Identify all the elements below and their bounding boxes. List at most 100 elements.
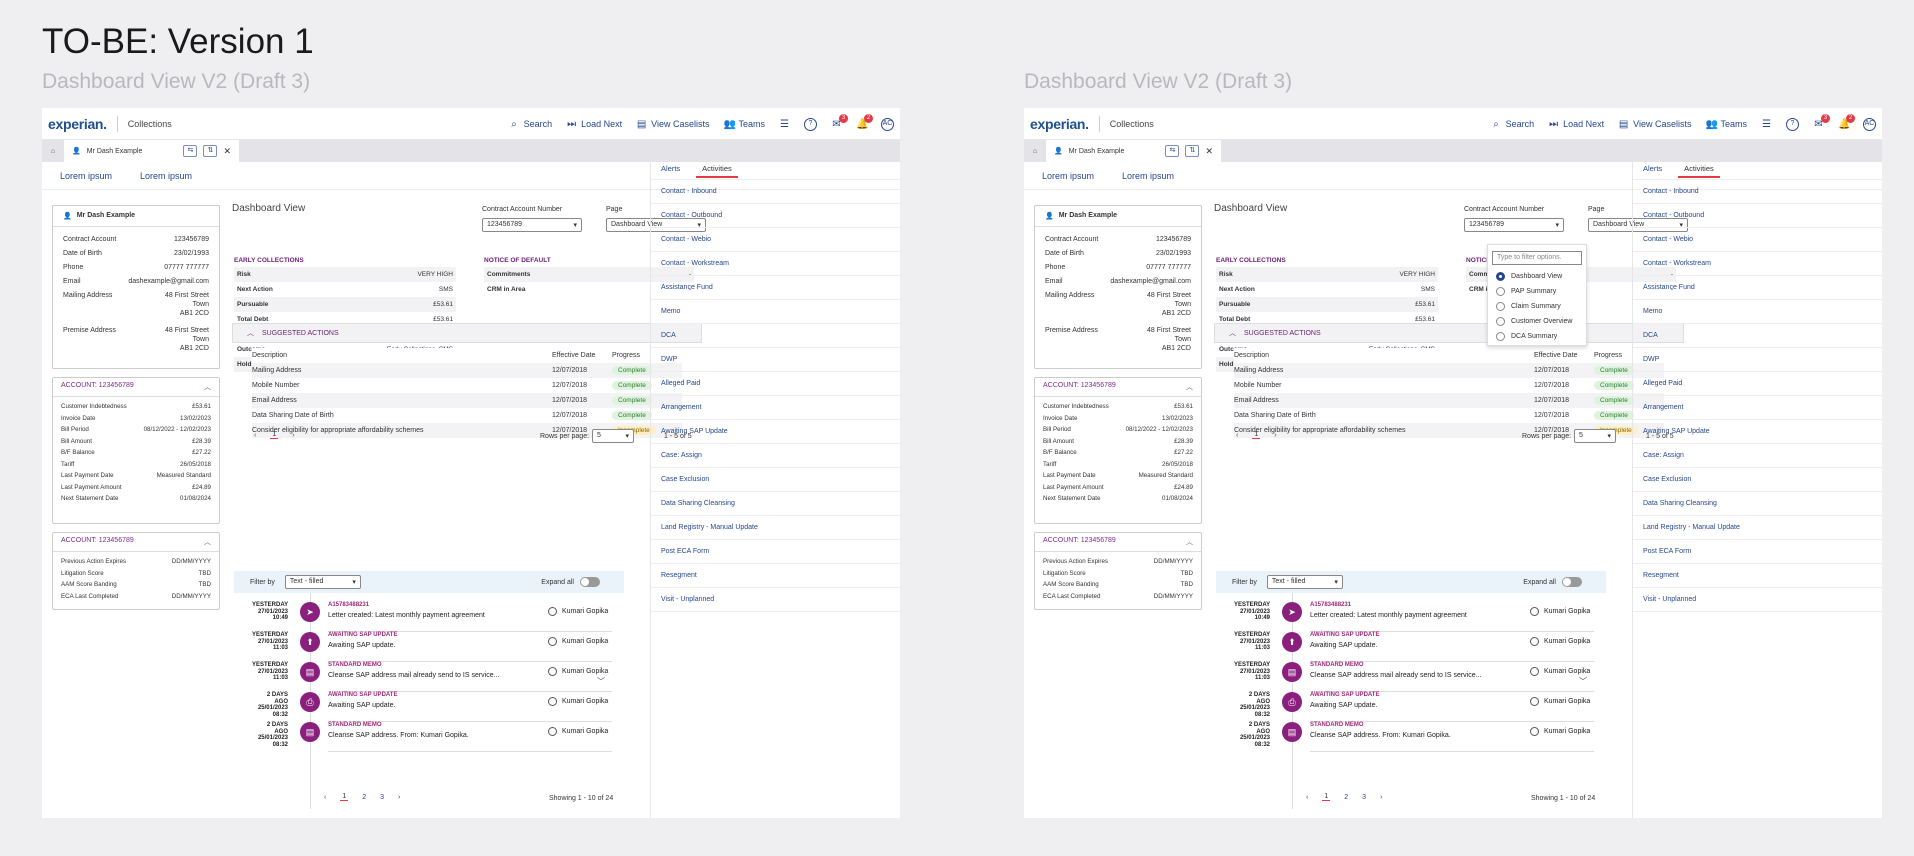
dropdown-option[interactable]: Dashboard View [1488,269,1586,284]
timeline-entry[interactable]: YESTERDAY 27/01/2023 11:03 ▤ STANDARD MEMO… [252,662,612,692]
activity-item[interactable]: Post ECA Form [1633,540,1882,564]
timeline-title[interactable]: A15783488231 [328,602,369,608]
table-row[interactable]: Mailing Address 12/07/2018 Complete [1234,363,1664,378]
activity-item[interactable]: Land Registry - Manual Update [651,516,900,540]
help-icon[interactable]: ? [804,117,817,131]
experian-logo[interactable]: experian. [48,116,107,132]
table-row[interactable]: Mobile Number 12/07/2018 Complete [252,378,682,393]
side-tab[interactable]: Alerts [1643,164,1662,173]
account-header[interactable]: ACCOUNT: 123456789 ︿ [53,533,219,552]
side-tab[interactable]: Alerts [661,164,680,173]
activity-item[interactable]: Land Registry - Manual Update [1633,516,1882,540]
help-icon[interactable]: ? [1786,117,1799,131]
page-number[interactable]: 1 [1252,431,1261,439]
timeline-entry[interactable]: 2 DAYS AGO 25/01/2023 08:32 ⎙ AWAITING SAP… [252,692,612,722]
chevron-left-icon[interactable]: ‹ [324,794,326,801]
activity-item[interactable]: DCA [1633,324,1882,348]
switch-icon[interactable]: ⇆ [183,145,198,157]
dropdown-option[interactable]: PAP Summary [1488,284,1586,299]
quick-link[interactable]: Lorem ipsum [1042,171,1094,181]
activity-item[interactable]: DWP [1633,348,1882,372]
activity-item[interactable]: Contact - Webio [651,228,900,252]
page-number[interactable]: 2 [1344,794,1348,801]
filter-options-input[interactable]: Type to filter options. [1492,251,1582,265]
transfer-icon[interactable]: ⇅ [203,145,218,157]
mail-icon[interactable]: ✉ 3 [1813,113,1830,130]
home-tab[interactable]: ⌂ [1024,140,1046,162]
chevron-left-icon[interactable]: ‹ [1236,432,1238,439]
search-button[interactable]: ⌕ Search [509,119,552,130]
suggested-actions-header[interactable]: ︿ SUGGESTED ACTIONS [232,323,702,343]
view-caselists-button[interactable]: ▤ View Caselists [636,119,710,130]
rows-per-page-select[interactable]: 5 ▾ [1574,429,1616,443]
timeline-title[interactable]: AWAITING SAP UPDATE [328,632,397,638]
activity-item[interactable]: Memo [651,300,900,324]
table-row[interactable]: Mobile Number 12/07/2018 Complete [1234,378,1664,393]
timeline-entry[interactable]: YESTERDAY 27/01/2023 10:49 ➤ A15783488231 … [1234,602,1594,632]
activity-item[interactable]: Resegment [1633,564,1882,588]
chevron-right-icon[interactable]: › [1274,432,1276,439]
activity-item[interactable]: Awaiting SAP Update [1633,420,1882,444]
teams-button[interactable]: 👥 Teams [1705,119,1747,130]
chevron-right-icon[interactable]: › [292,432,294,439]
timeline-title[interactable]: STANDARD MEMO [1310,662,1364,668]
avatar[interactable]: AC [881,117,894,131]
account-header[interactable]: ACCOUNT: 123456789 ︿ [1035,533,1201,552]
activity-item[interactable]: Alleged Paid [651,372,900,396]
timeline-entry[interactable]: YESTERDAY 27/01/2023 11:03 ⬆ AWAITING SAP … [1234,632,1594,662]
filter-select[interactable]: Text - filled ▾ [1266,575,1343,589]
page-number[interactable]: 3 [380,794,384,801]
dropdown-option[interactable]: Customer Overview [1488,314,1586,329]
account-header[interactable]: ACCOUNT: 123456789 ︿ [53,378,219,397]
activity-item[interactable]: Contact - Outbound [1633,204,1882,228]
page-number[interactable]: 1 [1322,793,1331,801]
chevron-down-icon[interactable]: ﹀ [597,676,605,687]
activity-item[interactable]: Arrangement [1633,396,1882,420]
activity-item[interactable]: Post ECA Form [651,540,900,564]
activity-item[interactable]: Visit - Unplanned [651,588,900,612]
table-row[interactable]: Data Sharing Date of Birth 12/07/2018 Comp… [1234,408,1664,423]
activity-item[interactable]: Alleged Paid [1633,372,1882,396]
chevron-down-icon[interactable]: ﹀ [1579,676,1587,687]
activity-item[interactable]: Contact - Outbound [651,204,900,228]
side-tab[interactable]: Activities [1678,164,1720,178]
activity-item[interactable]: Contact - Inbound [651,180,900,204]
activity-item[interactable]: Case Exclusion [651,468,900,492]
view-caselists-button[interactable]: ▤ View Caselists [1618,119,1692,130]
menu-icon[interactable]: ☰ [779,119,790,130]
close-icon[interactable]: ✕ [223,146,231,157]
table-row[interactable]: Email Address 12/07/2018 Complete [252,393,682,408]
timeline-title[interactable]: STANDARD MEMO [328,722,382,728]
timeline-title[interactable]: AWAITING SAP UPDATE [1310,632,1379,638]
page-number[interactable]: 1 [270,431,279,439]
activity-item[interactable]: Data Sharing Cleansing [651,492,900,516]
quick-link[interactable]: Lorem ipsum [60,171,112,181]
chevron-right-icon[interactable]: › [398,794,400,801]
activity-item[interactable]: Case: Assign [651,444,900,468]
activity-item[interactable]: Assistance Fund [1633,276,1882,300]
activity-item[interactable]: Memo [1633,300,1882,324]
activity-item[interactable]: Data Sharing Cleansing [1633,492,1882,516]
chevron-left-icon[interactable]: ‹ [1306,794,1308,801]
activity-item[interactable]: Contact - Inbound [1633,180,1882,204]
table-row[interactable]: Data Sharing Date of Birth 12/07/2018 Comp… [252,408,682,423]
timeline-title[interactable]: STANDARD MEMO [328,662,382,668]
contract-select[interactable]: 123456789 ▾ [1464,218,1564,232]
expand-all-toggle[interactable] [1562,577,1582,587]
dropdown-option[interactable]: Claim Summary [1488,299,1586,314]
account-header[interactable]: ACCOUNT: 123456789 ︿ [1035,378,1201,397]
table-row[interactable]: Email Address 12/07/2018 Complete [1234,393,1664,408]
timeline-title[interactable]: A15783488231 [1310,602,1351,608]
page-number[interactable]: 1 [340,793,349,801]
activity-item[interactable]: DWP [651,348,900,372]
load-next-button[interactable]: ⏭ Load Next [566,119,622,130]
suggested-actions-header[interactable]: ︿ SUGGESTED ACTIONS [1214,323,1684,343]
experian-logo[interactable]: experian. [1030,116,1089,132]
activity-item[interactable]: Arrangement [651,396,900,420]
search-button[interactable]: ⌕ Search [1491,119,1534,130]
chevron-left-icon[interactable]: ‹ [254,432,256,439]
timeline-entry[interactable]: YESTERDAY 27/01/2023 11:03 ▤ STANDARD MEMO… [1234,662,1594,692]
timeline-title[interactable]: AWAITING SAP UPDATE [328,692,397,698]
rows-per-page-select[interactable]: 5 ▾ [592,429,634,443]
load-next-button[interactable]: ⏭ Load Next [1548,119,1604,130]
